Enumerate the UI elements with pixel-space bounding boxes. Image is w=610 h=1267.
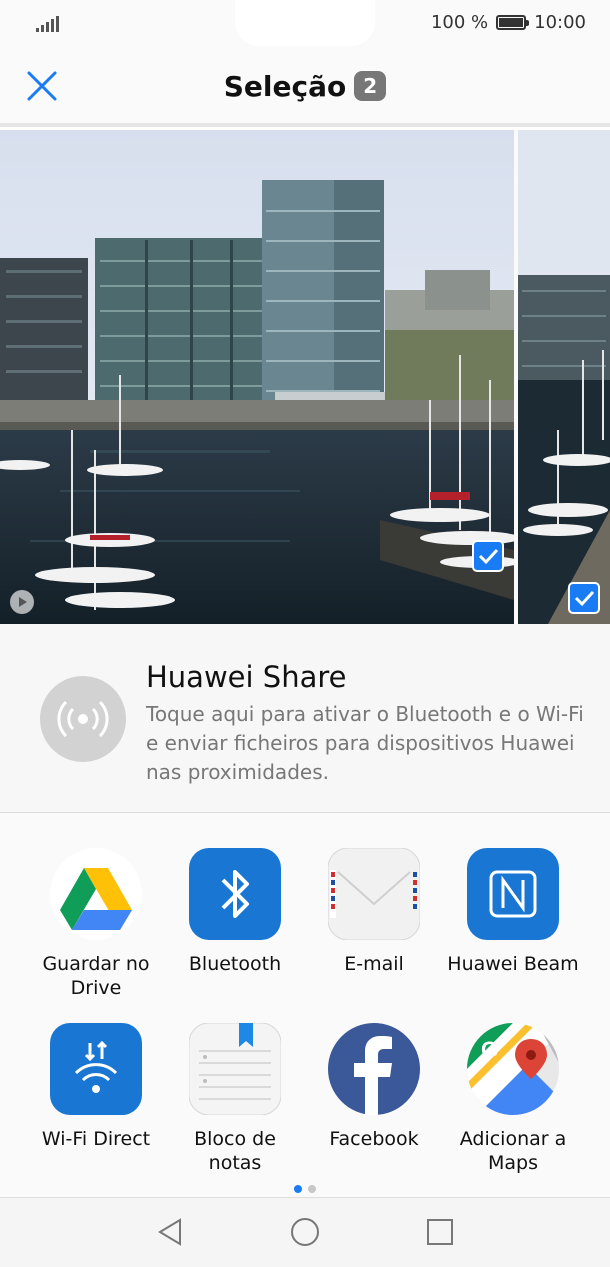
share-target-notepad[interactable]: Bloco de notas [165, 1022, 305, 1175]
app-label: Adicionar a Maps [459, 1128, 567, 1174]
wifi-direct-icon [50, 1023, 142, 1115]
home-icon[interactable] [289, 1216, 321, 1248]
huawei-share-description: Toque aqui para ativar o Bluetooth e o W… [146, 702, 584, 784]
app-label: Wi-Fi Direct [41, 1128, 151, 1150]
selection-count-badge: 2 [354, 71, 387, 101]
google-maps-icon: G [467, 1023, 559, 1115]
app-label: Bluetooth [188, 953, 282, 975]
signal-icon [36, 14, 59, 32]
app-label: E-mail [344, 953, 404, 975]
camera-notch [235, 0, 375, 46]
checkbox-checked-icon[interactable] [472, 540, 504, 572]
battery-percent: 100 % [430, 12, 489, 33]
page-dot [308, 1185, 316, 1193]
share-target-huawei-beam[interactable]: Huawei Beam [443, 848, 583, 976]
share-target-email[interactable]: E-mail [304, 847, 444, 976]
recent-apps-icon[interactable] [424, 1216, 456, 1248]
facebook-icon [328, 1023, 420, 1115]
checkbox-checked-icon[interactable] [568, 582, 600, 614]
share-target-maps[interactable]: G Adicionar a Maps [443, 1023, 583, 1175]
bluetooth-icon [189, 848, 281, 940]
page-indicator [294, 1185, 316, 1193]
page-title: Seleção 2 [0, 70, 610, 103]
huawei-share-icon[interactable] [40, 676, 126, 762]
back-icon[interactable] [154, 1216, 186, 1248]
app-label: Facebook [329, 1128, 419, 1150]
share-target-wifi-direct[interactable]: Wi-Fi Direct [26, 1023, 166, 1151]
share-targets-grid: Guardar no Drive Bluetooth E-mail Huawei… [0, 813, 610, 1198]
notepad-icon [188, 1022, 282, 1116]
app-label: Huawei Beam [447, 953, 579, 975]
huawei-share-section[interactable]: Huawei Share Toque aqui para ativar o Bl… [0, 624, 610, 812]
status-bar: 100 % 10:00 [0, 0, 610, 48]
header-divider [0, 123, 610, 127]
play-icon [10, 590, 34, 614]
share-target-facebook[interactable]: Facebook [304, 1023, 444, 1151]
navigation-bar [0, 1197, 610, 1267]
photo-thumbnail[interactable] [518, 130, 610, 624]
selection-header: Seleção 2 [0, 48, 610, 124]
clock: 10:00 [534, 12, 586, 33]
app-label: Bloco de notas [194, 1128, 276, 1174]
huawei-share-title: Huawei Share [146, 660, 347, 694]
title-text: Seleção [223, 70, 347, 103]
app-label: Guardar no Drive [42, 953, 150, 999]
share-target-drive[interactable]: Guardar no Drive [26, 848, 166, 1000]
svg-text:G: G [481, 1037, 498, 1062]
google-drive-icon [50, 848, 142, 940]
email-icon [327, 847, 421, 941]
page-dot-active [294, 1185, 302, 1193]
share-target-bluetooth[interactable]: Bluetooth [165, 848, 305, 976]
battery-icon [496, 15, 530, 30]
photo-thumbnail[interactable] [0, 130, 514, 624]
selected-photos-strip[interactable] [0, 130, 610, 624]
nfc-icon [467, 848, 559, 940]
